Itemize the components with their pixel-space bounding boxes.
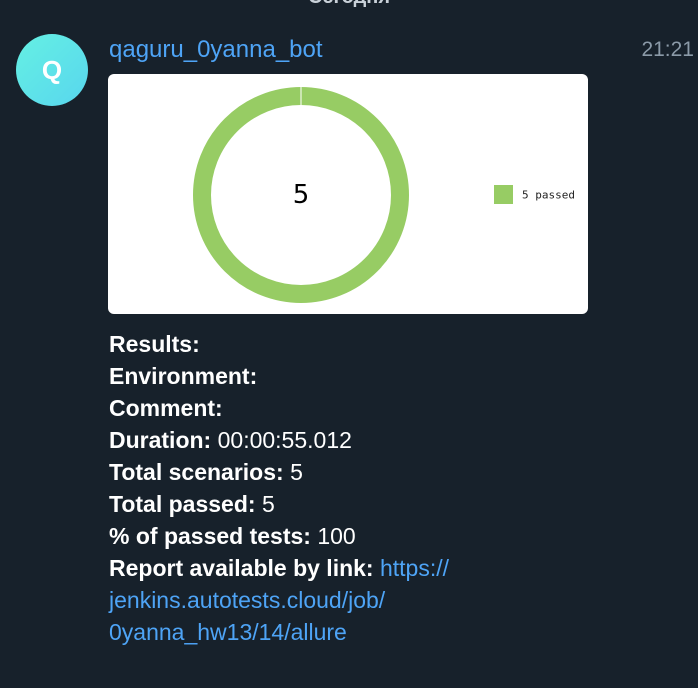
legend-label-0: 5 passed: [522, 189, 575, 202]
comment-label: Comment:: [109, 395, 223, 421]
total-passed-value: 5: [261, 491, 275, 517]
message-text: Results: Environment: Comment: Duration:…: [109, 328, 669, 648]
report-chart-image[interactable]: 5 5 passed: [108, 74, 588, 314]
donut-chart: 5 5 passed: [193, 87, 575, 303]
report-link-part-1[interactable]: https://: [380, 555, 449, 581]
duration-label: Duration:: [109, 427, 212, 453]
total-passed-label: Total passed:: [109, 491, 256, 517]
message-time: 21:21: [641, 38, 694, 61]
legend-swatch-0: [494, 185, 513, 204]
results-label: Results:: [109, 331, 200, 357]
report-link-label: Report available by link:: [109, 555, 374, 581]
duration-value: 00:00:55.012: [217, 427, 352, 453]
avatar-letter: Q: [41, 54, 63, 85]
sender-name[interactable]: qaguru_0yanna_bot: [109, 36, 323, 64]
passed-percent-value: 100: [317, 523, 356, 549]
chart-legend: 5 passed: [494, 185, 575, 204]
passed-percent-label: % of passed tests:: [109, 523, 311, 549]
environment-label: Environment:: [109, 363, 258, 389]
date-divider: Сегодня: [0, 0, 698, 9]
center-count-label: 5: [293, 180, 310, 210]
report-link-part-2[interactable]: jenkins.autotests.cloud/job/: [109, 587, 385, 613]
bot-avatar[interactable]: Q: [16, 34, 88, 106]
total-scenarios-value: 5: [290, 459, 303, 485]
total-scenarios-label: Total scenarios:: [109, 459, 284, 485]
report-link-part-3[interactable]: 0yanna_hw13/14/allure: [109, 619, 347, 645]
